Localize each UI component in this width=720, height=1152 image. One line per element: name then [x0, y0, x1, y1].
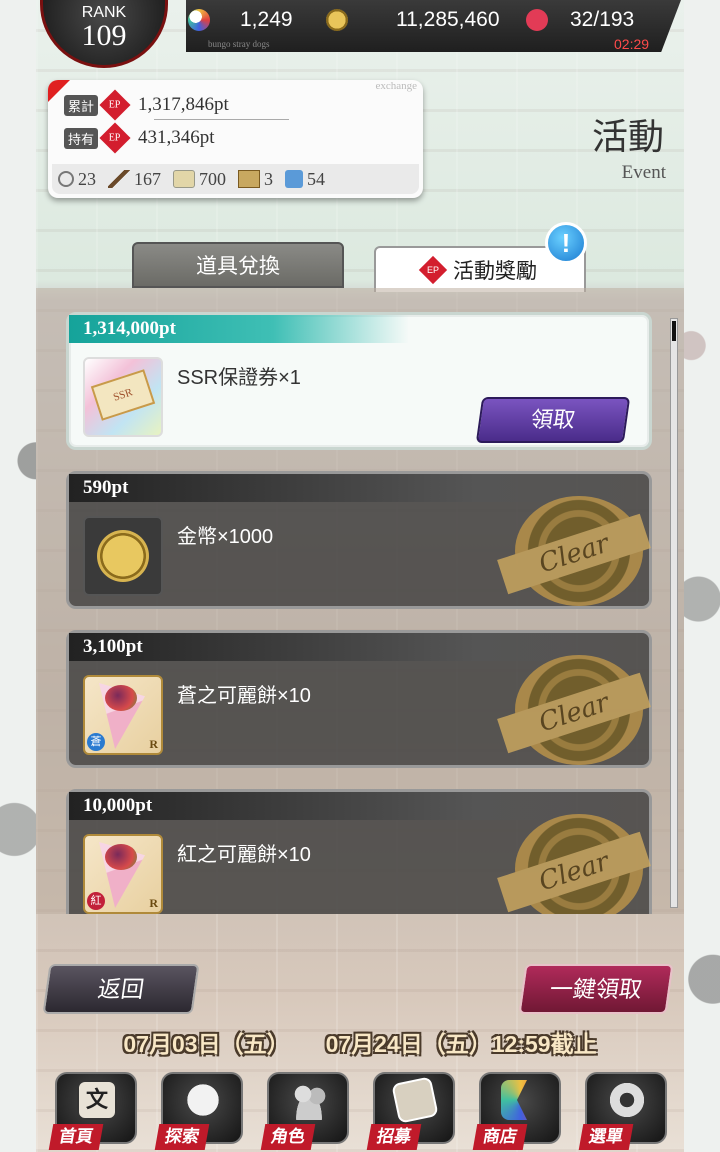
tab-item-exchange[interactable]: 道具兌換 — [132, 242, 344, 288]
tab-label: 活動獎勵 — [453, 260, 537, 283]
scroll-icon — [173, 170, 195, 188]
moon-count: 1,249 — [240, 8, 293, 31]
game-screen: RANK 109 1,249 11,285,460 32/193 bungo s… — [36, 0, 684, 1152]
ssr-ticket-icon: SSR — [90, 369, 156, 421]
page-title: 活動 — [591, 117, 664, 158]
nav-shop[interactable]: 商店 — [471, 1066, 567, 1152]
nav-label: 首頁 — [48, 1124, 104, 1150]
total-points: 1,317,846pt — [138, 94, 229, 115]
bottom-nav: 文 首頁 探索 角色 招募 商店 選單 — [36, 1062, 684, 1152]
nav-label: 商店 — [472, 1124, 528, 1150]
rarity-label: R — [149, 737, 158, 751]
coin-count: 11,285,460 — [396, 8, 500, 31]
material-book: 3 — [238, 169, 273, 190]
clear-stamp: Clear — [497, 655, 651, 765]
ep-icon: EP — [418, 255, 448, 285]
reward-card: 1,314,000pt SSR SSR保證券×1 領取 — [66, 312, 652, 450]
reward-name: 蒼之可麗餅×10 — [177, 685, 311, 707]
reward-card: 590pt 金幣×1000 Clear — [66, 471, 652, 609]
nav-label: 招募 — [366, 1124, 422, 1150]
material-brush: 167 — [108, 169, 161, 190]
period-end: 07月24日（五）12:59截止 — [325, 1031, 597, 1057]
tiger-icon — [183, 1080, 223, 1120]
exchange-label: exchange — [375, 80, 417, 92]
nav-home[interactable]: 文 首頁 — [47, 1066, 143, 1152]
reward-name: SSR保證券×1 — [177, 367, 301, 389]
brush-icon — [108, 170, 130, 188]
stamina-count: 32/193 — [570, 8, 635, 31]
moon-stat: 1,249 — [188, 6, 293, 34]
reward-thumbnail: 紅 R — [83, 834, 163, 914]
rarity-label: R — [149, 896, 158, 910]
total-points-row: 累計 EP 1,317,846pt — [64, 89, 289, 121]
tab-label: 道具兌換 — [196, 255, 280, 278]
reward-thumbnail: SSR — [83, 357, 163, 437]
magnifier-icon — [58, 171, 74, 187]
material-scroll: 700 — [173, 169, 226, 190]
ep-icon: EP — [99, 89, 131, 121]
element-badge: 蒼 — [87, 733, 105, 751]
back-button[interactable]: 返回 — [42, 964, 200, 1014]
rank-value: 109 — [81, 19, 127, 52]
reward-thumbnail — [83, 516, 163, 596]
clear-stamp: Clear — [497, 814, 651, 914]
gold-coin-icon — [97, 530, 149, 582]
reward-card: 10,000pt 紅 R 紅之可麗餅×10 Clear — [66, 789, 652, 914]
ep-icon: EP — [99, 122, 131, 154]
reward-name: 金幣×1000 — [177, 526, 274, 548]
reward-thumbnail: 蒼 R — [83, 675, 163, 755]
held-points: 431,346pt — [138, 127, 215, 148]
cup-icon — [285, 170, 303, 188]
reward-points: 1,314,000pt — [69, 315, 409, 343]
clear-stamp: Clear — [497, 496, 651, 606]
event-period: 07月03日（五） 07月24日（五）12:59截止 — [36, 1025, 684, 1059]
claim-button[interactable]: 領取 — [475, 397, 631, 443]
material-counts: 23 167 700 3 54 — [52, 164, 419, 194]
stamina-timer: 02:29 — [614, 36, 650, 52]
book-icon — [238, 170, 260, 188]
held-points-row: 持有 EP 431,346pt — [64, 122, 215, 154]
nav-label: 探索 — [154, 1124, 210, 1150]
characters-icon — [289, 1080, 329, 1120]
moon-icon — [188, 9, 210, 31]
home-icon: 文 — [77, 1080, 117, 1120]
material-cup: 54 — [285, 169, 325, 190]
gear-menu-icon — [607, 1080, 647, 1120]
scrollbar-thumb[interactable] — [672, 321, 676, 341]
stamina-heart-icon — [521, 4, 553, 36]
held-label: 持有 — [64, 127, 99, 149]
nav-explore[interactable]: 探索 — [153, 1066, 249, 1152]
page-subtitle: Event — [621, 162, 666, 183]
period-start: 07月03日（五） — [123, 1031, 290, 1057]
total-label: 累計 — [64, 94, 99, 116]
recruit-card-icon — [391, 1076, 439, 1124]
stamina-stat: 32/193 — [521, 4, 635, 36]
claim-all-button[interactable]: 一鍵領取 — [518, 964, 674, 1014]
reward-name: 紅之可麗餅×10 — [177, 844, 311, 866]
nav-menu[interactable]: 選單 — [577, 1066, 673, 1152]
nav-label: 選單 — [578, 1124, 634, 1150]
material-magnifier: 23 — [58, 169, 96, 190]
nav-characters[interactable]: 角色 — [259, 1066, 355, 1152]
rank-badge: RANK 109 — [40, 0, 168, 68]
reward-card: 3,100pt 蒼 R 蒼之可麗餅×10 Clear — [66, 630, 652, 768]
event-points-card: exchange 累計 EP 1,317,846pt 持有 EP 431,346… — [48, 80, 423, 198]
game-subtitle: bungo stray dogs — [208, 39, 270, 49]
reward-list[interactable]: 1,314,000pt SSR SSR保證券×1 領取 590pt 金幣×100… — [36, 288, 684, 914]
scrollbar[interactable] — [670, 318, 678, 908]
nav-label: 角色 — [260, 1124, 316, 1150]
element-badge: 紅 — [87, 892, 105, 910]
coin-icon — [326, 9, 348, 31]
coin-stat: 11,285,460 — [326, 6, 500, 34]
nav-recruit[interactable]: 招募 — [365, 1066, 461, 1152]
notification-badge: ! — [545, 222, 587, 264]
